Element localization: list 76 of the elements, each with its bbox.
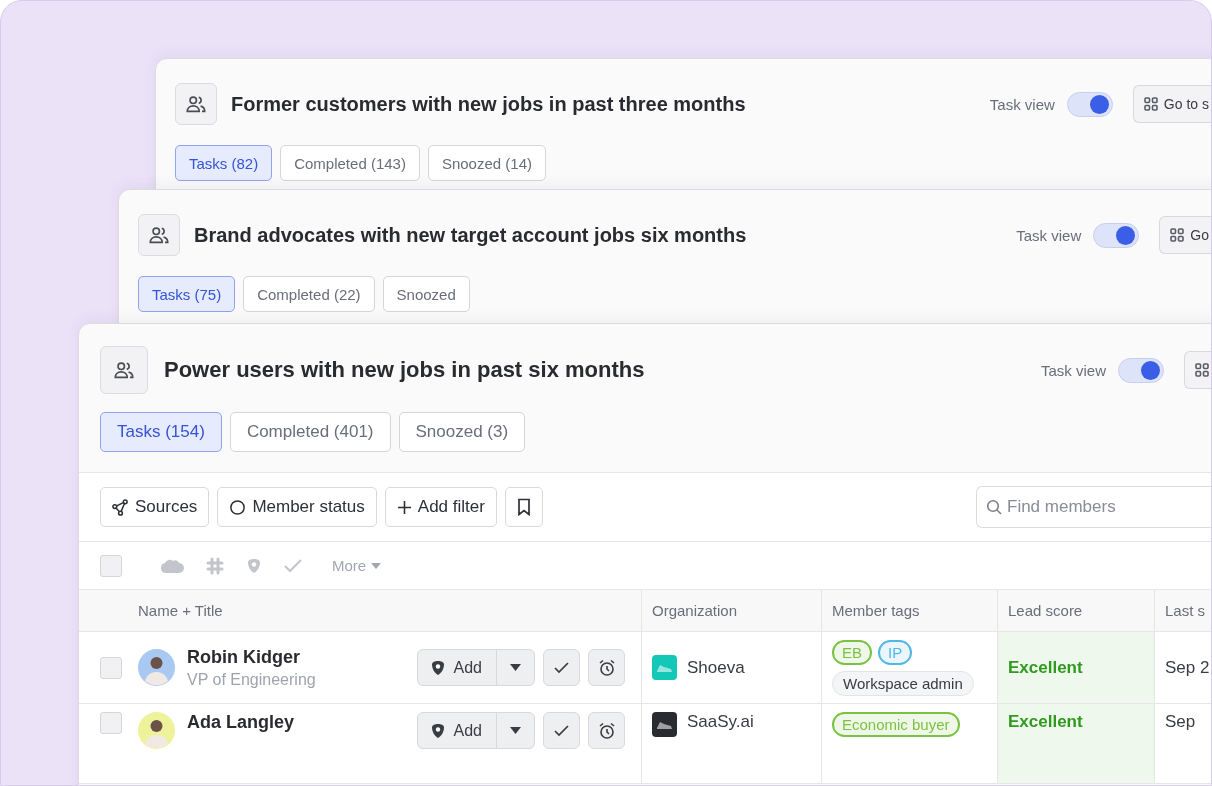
lead-score: Excellent [1008, 712, 1083, 732]
bookmark-icon [515, 498, 532, 516]
complete-button[interactable] [543, 712, 580, 749]
alarm-clock-icon [597, 658, 616, 677]
column-header: Lead score [997, 590, 1154, 632]
member-tag: IP [878, 639, 913, 665]
add-button[interactable]: Add [417, 713, 497, 748]
caret-icon [510, 727, 521, 734]
member-tag: EB [832, 639, 872, 665]
segment-title: Brand advocates with new target account jobs six months [194, 223, 747, 247]
segment-title: Power users with new jobs in past six months [164, 357, 645, 383]
shield-icon [429, 659, 446, 676]
check-icon [554, 661, 569, 674]
member-name: Ada Langley [187, 712, 295, 733]
add-button[interactable]: Add [417, 650, 497, 685]
people-icon [185, 93, 207, 115]
go-button[interactable]: Go [1159, 216, 1211, 254]
filter-button[interactable]: Sources [100, 487, 210, 527]
tab[interactable]: Tasks (75) [138, 276, 236, 312]
search-field[interactable]: Find members [976, 486, 1211, 528]
organization-name: Shoeva [687, 657, 745, 678]
tab[interactable]: Snoozed [382, 276, 470, 312]
add-split-button[interactable]: Add [416, 649, 535, 686]
organization-name: SaaSy.ai [687, 712, 754, 732]
tab[interactable]: Completed (143) [280, 145, 420, 181]
filter-button[interactable]: Add filter [384, 487, 497, 527]
task-view-toggle[interactable] [1118, 357, 1164, 383]
member-tag: Workspace admin [832, 670, 974, 696]
task-view-toggle[interactable] [1066, 91, 1113, 117]
member-name: Robin Kidger [187, 646, 301, 668]
select-all-checkbox[interactable] [100, 554, 122, 577]
people-icon [148, 224, 170, 246]
tab[interactable]: Completed (401) [229, 412, 391, 452]
tab[interactable]: Completed (22) [243, 276, 375, 312]
shield-icon [429, 722, 446, 739]
snooze-button[interactable] [588, 649, 625, 686]
grid-icon [1170, 228, 1185, 242]
task-view-label: Task view [989, 95, 1055, 113]
lead-score: Excellent [1008, 657, 1083, 678]
plus-icon [396, 499, 412, 515]
column-header: Member tags [821, 590, 997, 632]
segment-title: Former customers with new jobs in past three months [231, 92, 746, 116]
tab[interactable]: Tasks (82) [175, 145, 273, 181]
snooze-button[interactable] [588, 712, 625, 749]
go-button[interactable]: Go to s [1132, 85, 1211, 123]
complete-button[interactable] [543, 649, 580, 686]
caret-icon [371, 562, 382, 569]
filter-button[interactable]: Member status [217, 487, 377, 527]
last-date: Sep 2 [1165, 657, 1210, 678]
grid-icon [1143, 97, 1158, 111]
row-checkbox[interactable] [100, 656, 122, 679]
tab[interactable]: Tasks (154) [100, 412, 222, 452]
task-view-label: Task view [1016, 226, 1082, 244]
grid-icon [1195, 363, 1209, 377]
bookmark-button[interactable] [504, 487, 543, 527]
member-tag: Economic buyer [832, 712, 960, 737]
column-header: Last s [1154, 590, 1211, 632]
search-icon [986, 499, 1002, 515]
nodes-icon [112, 498, 129, 516]
add-split-button[interactable]: Add [416, 712, 535, 749]
alarm-clock-icon [597, 721, 616, 740]
row-checkbox[interactable] [100, 712, 122, 734]
caret-icon [510, 664, 521, 671]
tab[interactable]: Snoozed (3) [398, 412, 526, 452]
check-icon [554, 724, 569, 737]
check-icon[interactable] [284, 558, 302, 573]
member-title: VP of Engineering [187, 670, 316, 689]
last-date: Sep [1165, 712, 1196, 732]
column-header: Organization [641, 590, 821, 632]
task-view-label: Task view [1040, 361, 1106, 379]
go-button[interactable] [1184, 351, 1211, 389]
column-header: Name + Title [131, 590, 641, 632]
people-icon [113, 359, 135, 381]
circle-icon [229, 498, 247, 516]
task-view-toggle[interactable] [1093, 222, 1140, 248]
tab[interactable]: Snoozed (14) [427, 145, 546, 181]
